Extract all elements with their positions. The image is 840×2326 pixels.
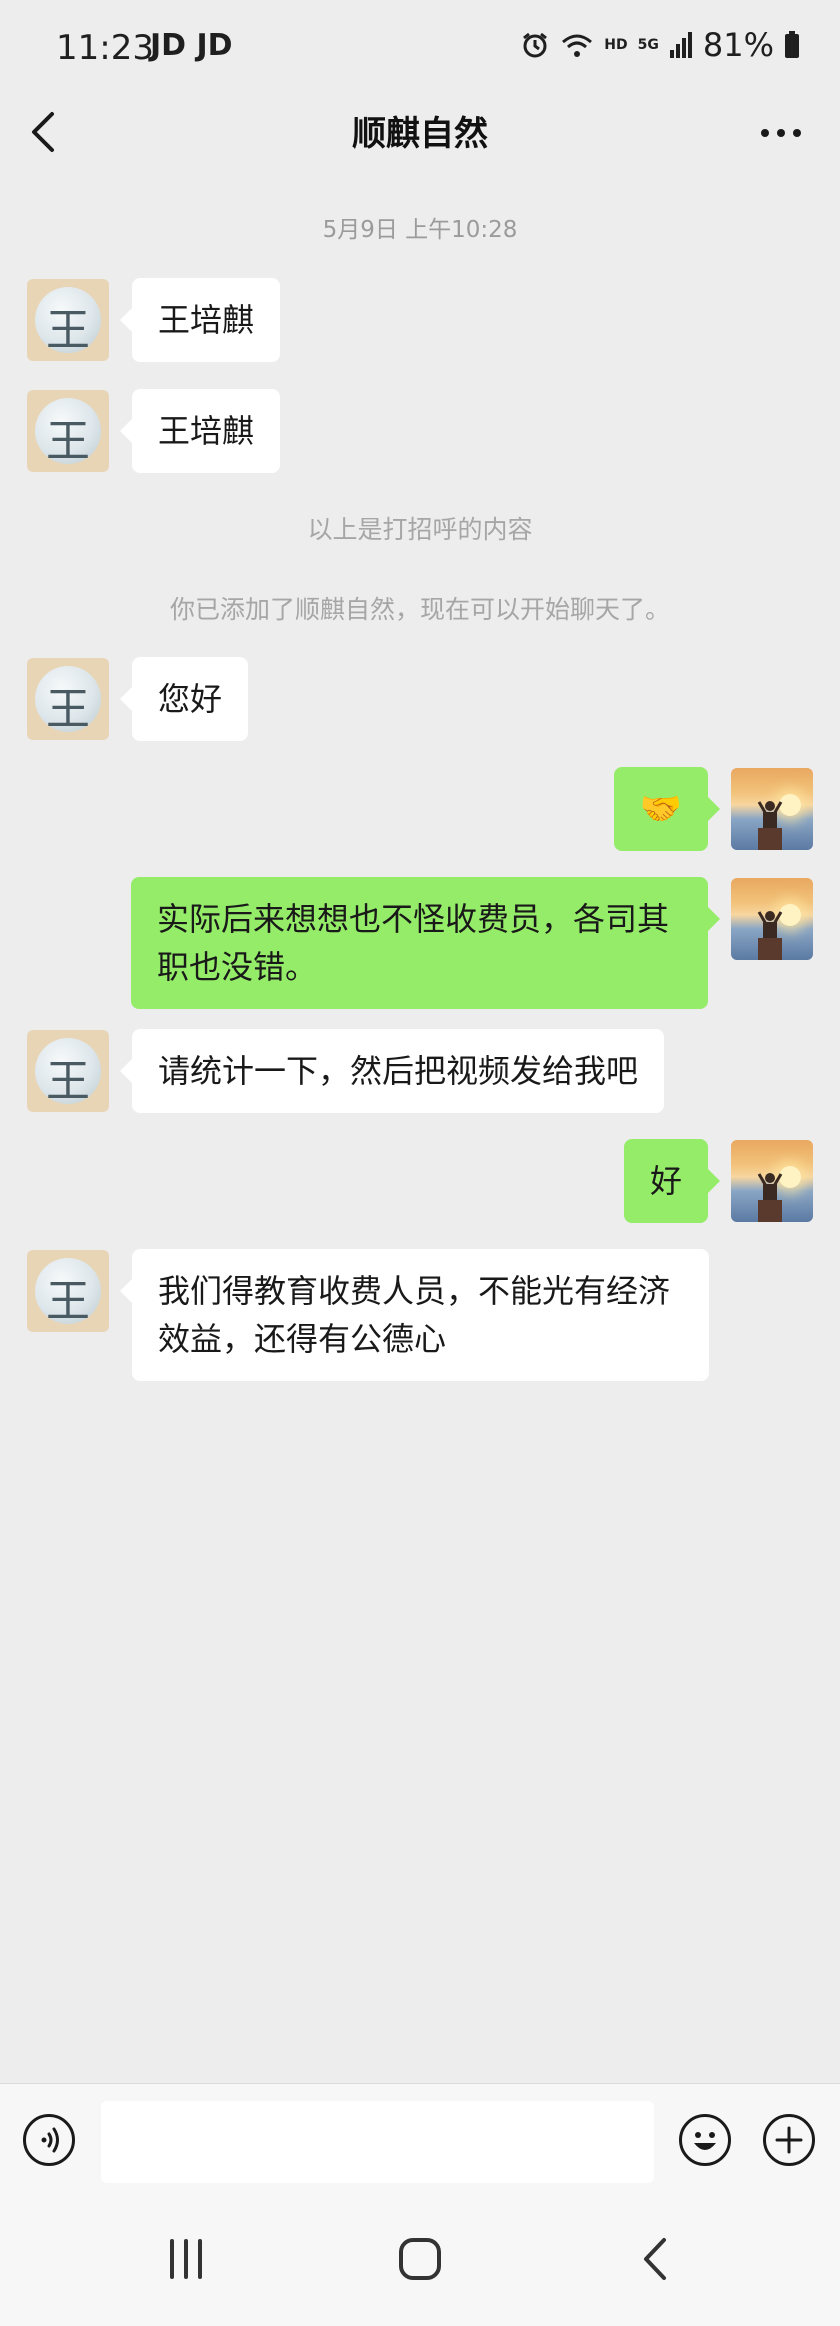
contact-avatar[interactable]: 王 <box>27 279 109 361</box>
incoming-message-bubble[interactable]: 请统计一下，然后把视频发给我吧 <box>119 1029 665 1113</box>
more-functions-button[interactable] <box>763 2114 815 2166</box>
chat-header: 顺麒自然 <box>0 100 840 160</box>
battery-level: 81% <box>702 26 774 64</box>
voice-input-button[interactable] <box>23 2114 75 2166</box>
status-time: 11:23 <box>56 28 154 68</box>
emoji-icon <box>694 2132 716 2150</box>
network-type: 5G <box>637 37 659 53</box>
status-indicators: HD 5G 81% <box>520 26 800 64</box>
message-input[interactable] <box>101 2101 654 2183</box>
input-bar <box>0 2083 840 2194</box>
outgoing-message-bubble[interactable]: 🤝 <box>613 767 721 851</box>
plus-icon <box>775 2126 803 2154</box>
contact-avatar[interactable]: 王 <box>27 658 109 740</box>
hd-indicator-icon: HD <box>604 37 628 53</box>
voice-icon <box>41 2127 59 2153</box>
avatar-glyph: 王 <box>46 305 90 356</box>
status-bar: 11:23 JD JD HD 5G 81% <box>0 0 840 100</box>
incoming-message-bubble[interactable]: 王培麒 <box>119 389 281 473</box>
status-carrier: JD JD <box>150 28 233 63</box>
avatar-glyph: 王 <box>46 1276 90 1327</box>
home-icon[interactable] <box>397 2236 443 2282</box>
avatar-glyph: 王 <box>46 1056 90 1107</box>
greeting-system-note: 以上是打招呼的内容 <box>307 515 533 544</box>
wifi-icon <box>562 34 593 57</box>
my-avatar[interactable] <box>731 878 813 960</box>
chat-title: 顺麒自然 <box>352 114 488 154</box>
outgoing-message-bubble[interactable]: 实际后来想想也不怪收费员，各司其职也没错。 <box>131 877 720 1009</box>
incoming-message-bubble[interactable]: 王培麒 <box>119 278 281 362</box>
my-avatar[interactable] <box>731 768 813 850</box>
recent-apps-icon[interactable] <box>164 2237 208 2281</box>
signal-icon <box>669 32 692 58</box>
battery-icon <box>785 31 799 58</box>
more-options-icon[interactable] <box>760 128 802 138</box>
chat-screen: 11:23 JD JD HD 5G 81% 顺麒自然 5月9日 上午10:28 … <box>0 0 840 2326</box>
contact-avatar[interactable]: 王 <box>27 1030 109 1112</box>
avatar-glyph: 王 <box>46 416 90 467</box>
outgoing-message-bubble[interactable]: 好 <box>623 1139 721 1223</box>
emoji-button[interactable] <box>679 2114 731 2166</box>
chat-timestamp: 5月9日 上午10:28 <box>322 217 518 243</box>
incoming-message-bubble[interactable]: 我们得教育收费人员，不能光有经济效益，还得有公德心 <box>120 1249 709 1381</box>
alarm-icon <box>523 32 548 58</box>
my-avatar[interactable] <box>731 1140 813 1222</box>
friend-added-system-note: 你已添加了顺麒自然，现在可以开始聊天了。 <box>169 595 670 624</box>
system-navigation-bar <box>0 2193 840 2326</box>
contact-avatar[interactable]: 王 <box>27 390 109 472</box>
incoming-message-bubble[interactable]: 您好 <box>119 657 249 741</box>
system-back-icon[interactable] <box>636 2236 676 2282</box>
contact-avatar[interactable]: 王 <box>27 1250 109 1332</box>
avatar-glyph: 王 <box>46 684 90 735</box>
